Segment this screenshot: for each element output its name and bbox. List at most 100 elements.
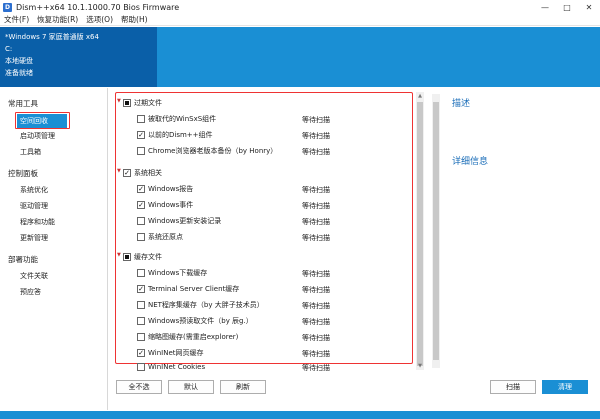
refresh-button[interactable]: 刷新 [220, 380, 266, 394]
item-checkbox[interactable]: ✓ [137, 200, 145, 209]
window-controls: — □ ✕ [534, 0, 600, 14]
item-label: 系统还原点 [148, 232, 183, 241]
scrollbar-thumb[interactable] [417, 102, 423, 366]
item-label: WinINet网页缓存 [148, 348, 204, 357]
item-status: 等待扫描 [302, 132, 330, 140]
sidebar-group-common-tools: 常用工具 [8, 99, 38, 108]
scrollbar-thumb[interactable] [433, 102, 439, 360]
item-label: Windows事件 [148, 200, 194, 209]
list-item[interactable]: 系统还原点 [137, 230, 183, 243]
item-label: Terminal Server Client缓存 [148, 284, 240, 293]
menu-restore[interactable]: 恢复功能(R) [33, 14, 82, 25]
item-checkbox[interactable] [137, 146, 145, 155]
item-checkbox[interactable] [137, 114, 145, 123]
sidebar-item-file-assoc[interactable]: 文件关联 [20, 269, 48, 283]
system-disk: 本地硬盘 [5, 57, 33, 65]
header-banner: *Windows 7 家庭普通版 x64 C: 本地硬盘 准备就绪 [0, 27, 600, 87]
menu-file[interactable]: 文件(F) [0, 14, 33, 25]
item-status: 等待扫描 [302, 234, 330, 242]
item-status: 等待扫描 [302, 364, 330, 372]
item-status: 等待扫描 [302, 202, 330, 210]
menu-bar: 文件(F) 恢复功能(R) 选项(O) 帮助(H) [0, 14, 600, 26]
item-checkbox[interactable]: ✓ [137, 184, 145, 193]
category-row[interactable]: 缓存文件 [123, 250, 162, 263]
item-checkbox[interactable]: ✓ [137, 348, 145, 357]
category-checkbox[interactable] [123, 252, 131, 261]
category-label: 系统相关 [134, 168, 162, 177]
item-status: 等待扫描 [302, 218, 330, 226]
sidebar-item-toolbox[interactable]: 工具箱 [20, 145, 41, 159]
sidebar-item-unattend[interactable]: 预应答 [20, 285, 41, 299]
sidebar-item-system-optimize[interactable]: 系统优化 [20, 183, 48, 197]
list-item[interactable]: WinINet Cookies [137, 360, 205, 373]
sidebar-item-programs[interactable]: 程序和功能 [20, 215, 55, 229]
item-status: 等待扫描 [302, 186, 330, 194]
sidebar-item-drivers[interactable]: 驱动管理 [20, 199, 48, 213]
list-item[interactable]: 被取代的WinSxS组件 [137, 112, 216, 125]
list-item[interactable]: ✓ 以前的Dism++组件 [137, 128, 213, 141]
item-checkbox[interactable]: ✓ [137, 284, 145, 293]
close-button[interactable]: ✕ [578, 0, 600, 14]
item-status: 等待扫描 [302, 318, 330, 326]
sidebar: 常用工具 空间回收 启动项管理 工具箱 控制面板 系统优化 驱动管理 程序和功能… [0, 88, 108, 410]
list-item[interactable]: Windows预读取文件（by 辰g.） [137, 314, 253, 327]
window-title: Dism++x64 10.1.1000.70 Bios Firmware [16, 2, 180, 12]
collapse-arrow-icon[interactable]: ▼ [117, 98, 121, 104]
category-row[interactable]: ✓ 系统相关 [123, 166, 162, 179]
description-heading: 描述 [452, 99, 471, 109]
item-status: 等待扫描 [302, 286, 330, 294]
maximize-button[interactable]: □ [556, 0, 578, 14]
item-label: NET程序集缓存（by 大胖子技术员） [148, 300, 264, 309]
status-bar [0, 411, 600, 419]
details-scrollbar[interactable] [432, 94, 440, 368]
category-row[interactable]: 过期文件 [123, 96, 162, 109]
item-checkbox[interactable] [137, 316, 145, 325]
item-status: 等待扫描 [302, 270, 330, 278]
list-item[interactable]: Chrome浏览器老版本备份（by Honry） [137, 144, 277, 157]
menu-options[interactable]: 选项(O) [82, 14, 117, 25]
item-status: 等待扫描 [302, 334, 330, 342]
sidebar-item-updates[interactable]: 更新管理 [20, 231, 48, 245]
item-checkbox[interactable] [137, 232, 145, 241]
list-item[interactable]: ✓ Terminal Server Client缓存 [137, 282, 239, 295]
scan-button[interactable]: 扫描 [490, 380, 536, 394]
list-item[interactable]: Windows更新安装记录 [137, 214, 221, 227]
list-item[interactable]: Windows下载缓存 [137, 266, 207, 279]
sidebar-item-startup[interactable]: 启动项管理 [20, 129, 55, 143]
select-none-button[interactable]: 全不选 [116, 380, 162, 394]
item-status: 等待扫描 [302, 302, 330, 310]
category-label: 过期文件 [134, 98, 162, 107]
item-label: Windows报告 [148, 184, 194, 193]
minimize-button[interactable]: — [534, 0, 556, 14]
item-label: 以前的Dism++组件 [148, 130, 213, 139]
system-drive: C: [5, 45, 13, 53]
item-checkbox[interactable] [137, 268, 145, 277]
list-item[interactable]: ✓ Windows报告 [137, 182, 193, 195]
collapse-arrow-icon[interactable]: ▼ [117, 168, 121, 174]
item-checkbox[interactable] [137, 362, 145, 371]
default-button[interactable]: 默认 [168, 380, 214, 394]
cleanup-list-panel: ▼ 过期文件 被取代的WinSxS组件 等待扫描 ✓ 以前的Dism++组件 等… [112, 88, 430, 410]
list-item[interactable]: ✓ WinINet网页缓存 [137, 346, 204, 359]
scroll-up-icon[interactable]: ▲ [416, 92, 424, 100]
system-selector[interactable]: *Windows 7 家庭普通版 x64 C: 本地硬盘 准备就绪 [0, 27, 157, 87]
item-label: Windows更新安装记录 [148, 216, 222, 225]
item-checkbox[interactable] [137, 332, 145, 341]
category-label: 缓存文件 [134, 252, 162, 261]
scroll-down-icon[interactable]: ▼ [416, 362, 424, 370]
category-checkbox[interactable] [123, 98, 131, 107]
item-checkbox[interactable] [137, 300, 145, 309]
category-checkbox[interactable]: ✓ [123, 168, 131, 177]
item-checkbox[interactable]: ✓ [137, 130, 145, 139]
clean-button[interactable]: 清理 [542, 380, 588, 394]
list-item[interactable]: ✓ Windows事件 [137, 198, 193, 211]
list-scrollbar[interactable]: ▲ ▼ [416, 92, 424, 370]
sidebar-group-control-panel: 控制面板 [8, 169, 38, 178]
item-status: 等待扫描 [302, 148, 330, 156]
item-label: WinINet Cookies [148, 362, 206, 371]
item-checkbox[interactable] [137, 216, 145, 225]
collapse-arrow-icon[interactable]: ▼ [117, 252, 121, 258]
list-item[interactable]: NET程序集缓存（by 大胖子技术员） [137, 298, 264, 311]
list-item[interactable]: 缩略图缓存(需重启explorer) [137, 330, 238, 343]
menu-help[interactable]: 帮助(H) [117, 14, 152, 25]
